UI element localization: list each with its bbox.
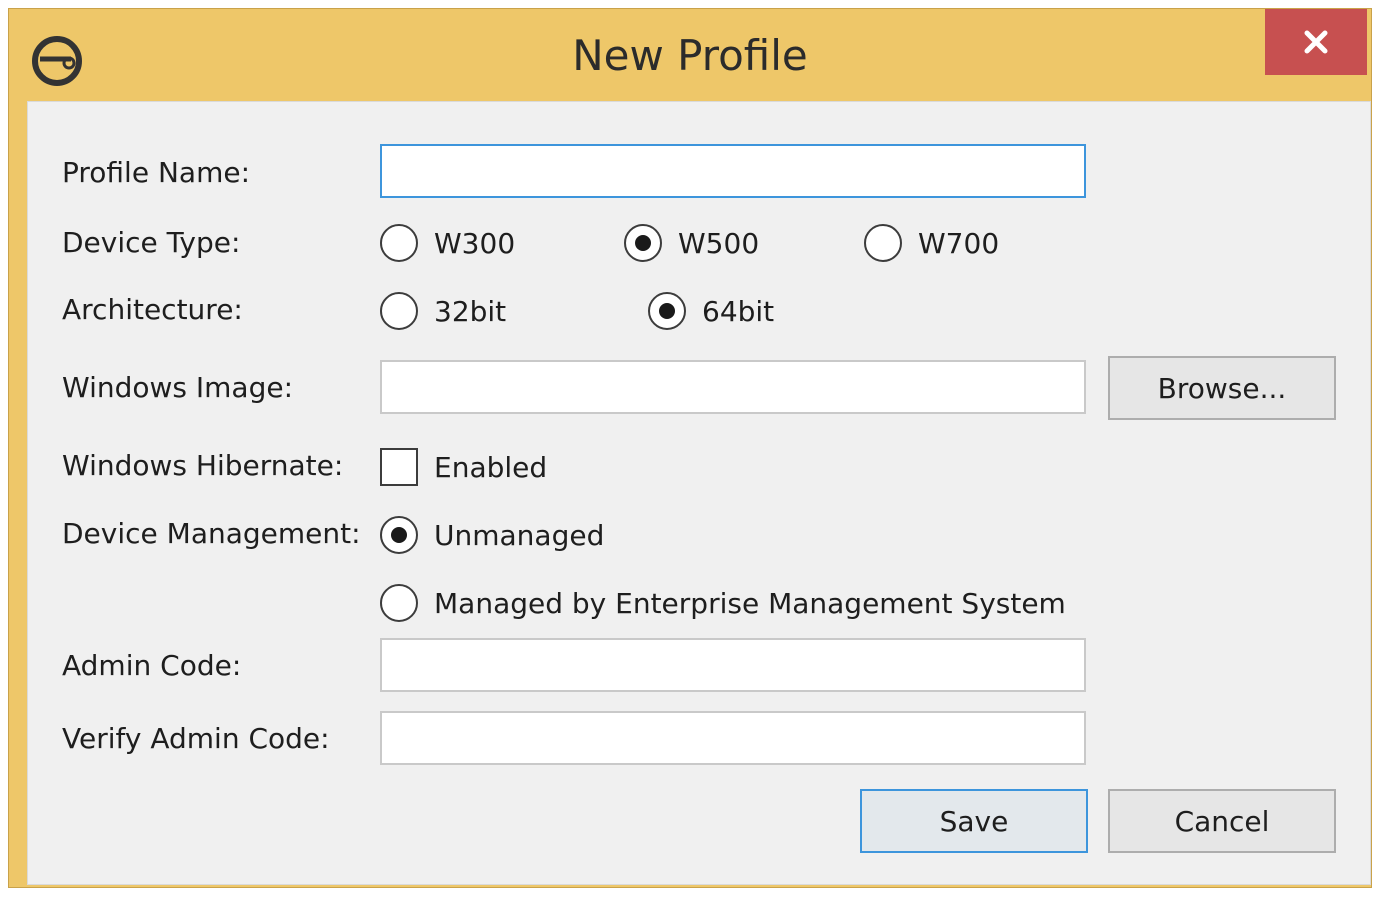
new-profile-dialog: New Profile Profile Name: Device Type: W…	[8, 8, 1372, 888]
hibernate-enabled-label: Enabled	[434, 450, 548, 484]
architecture-32bit-label: 32bit	[434, 294, 507, 328]
close-button[interactable]	[1265, 9, 1367, 75]
hibernate-enabled-checkbox[interactable]	[380, 448, 418, 486]
architecture-64bit-radio[interactable]	[648, 292, 686, 330]
windows-image-label: Windows Image:	[62, 371, 294, 404]
architecture-64bit-option[interactable]: 64bit	[648, 292, 774, 330]
hibernate-enabled-option[interactable]: Enabled	[380, 448, 547, 486]
device-type-w300-option[interactable]: W300	[380, 224, 515, 262]
device-type-w700-radio[interactable]	[864, 224, 902, 262]
architecture-32bit-radio[interactable]	[380, 292, 418, 330]
profile-name-label: Profile Name:	[62, 156, 251, 189]
management-enterprise-option[interactable]: Managed by Enterprise Management System	[380, 584, 1066, 622]
cancel-button[interactable]: Cancel	[1108, 789, 1336, 853]
profile-name-input[interactable]	[380, 144, 1086, 198]
windows-hibernate-label: Windows Hibernate:	[62, 449, 344, 482]
device-type-label: Device Type:	[62, 226, 241, 259]
browse-button[interactable]: Browse...	[1108, 356, 1336, 420]
management-enterprise-label: Managed by Enterprise Management System	[434, 586, 1066, 620]
verify-admin-code-input[interactable]	[380, 711, 1086, 765]
title-bar[interactable]: New Profile	[9, 9, 1371, 101]
save-button[interactable]: Save	[860, 789, 1088, 853]
device-type-w300-radio[interactable]	[380, 224, 418, 262]
management-unmanaged-label: Unmanaged	[434, 518, 605, 552]
dialog-title: New Profile	[572, 31, 808, 80]
device-type-w500-label: W500	[678, 226, 760, 260]
management-unmanaged-option[interactable]: Unmanaged	[380, 516, 604, 554]
close-icon	[1304, 30, 1328, 54]
verify-admin-code-label: Verify Admin Code:	[62, 722, 330, 755]
device-type-w500-radio[interactable]	[624, 224, 662, 262]
device-type-w700-label: W700	[918, 226, 1000, 260]
device-type-w700-option[interactable]: W700	[864, 224, 999, 262]
admin-code-input[interactable]	[380, 638, 1086, 692]
architecture-64bit-label: 64bit	[702, 294, 775, 328]
management-unmanaged-radio[interactable]	[380, 516, 418, 554]
device-management-label: Device Management:	[62, 517, 361, 550]
dialog-body: Profile Name: Device Type: W300 W500 W70…	[27, 101, 1371, 885]
architecture-label: Architecture:	[62, 293, 243, 326]
windows-image-input[interactable]	[380, 360, 1086, 414]
admin-code-label: Admin Code:	[62, 649, 242, 682]
architecture-32bit-option[interactable]: 32bit	[380, 292, 506, 330]
management-enterprise-radio[interactable]	[380, 584, 418, 622]
device-type-w300-label: W300	[434, 226, 516, 260]
device-type-w500-option[interactable]: W500	[624, 224, 759, 262]
